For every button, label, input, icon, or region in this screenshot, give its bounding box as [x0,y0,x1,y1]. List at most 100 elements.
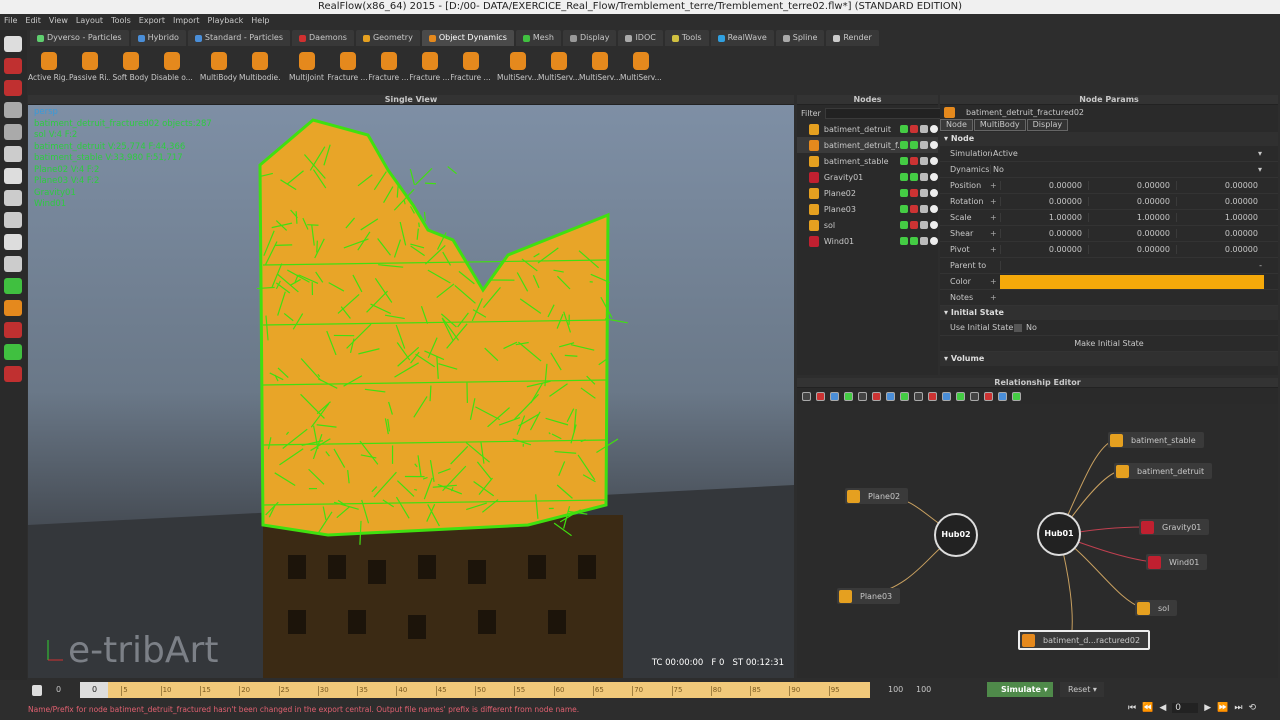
value-field[interactable]: 0.00000 [1088,181,1176,190]
tool-icon-7[interactable] [4,190,22,206]
export-icon[interactable] [910,205,918,213]
relationship-tool-icon[interactable] [970,392,979,401]
menu-import[interactable]: Import [173,14,200,28]
tool-icon-8[interactable] [4,212,22,228]
color-swatch[interactable] [1000,274,1264,289]
visibility-icon[interactable] [920,125,928,133]
tool-button-5[interactable]: Multibodie... [239,48,280,92]
use-initial-checkbox[interactable] [1014,323,1022,332]
tab-realwave[interactable]: RealWave [710,30,774,46]
tool-button-7[interactable]: Fracture ... [327,48,368,92]
value-field[interactable]: 0.00000 [1088,229,1176,238]
edit-icon[interactable] [900,237,908,245]
tool-icon-11[interactable] [4,278,22,294]
params-tab-node[interactable]: Node [940,119,973,131]
tool-button-3[interactable]: Disable o... [151,48,192,92]
relationship-tool-icon[interactable] [802,392,811,401]
relationship-tool-icon[interactable] [858,392,867,401]
shading-icon[interactable] [930,157,938,165]
menu-layout[interactable]: Layout [76,14,103,28]
value-field[interactable]: 0.00000 [1088,245,1176,254]
rel-node-sol[interactable]: sol [1135,600,1178,616]
tool-button-9[interactable]: Fracture ... [409,48,450,92]
export-icon[interactable] [910,189,918,197]
tab-idoc[interactable]: IDOC [618,30,663,46]
reset-button[interactable]: Reset ▾ [1060,682,1104,697]
params-tab-multibody[interactable]: MultiBody [973,119,1026,131]
hub02-node[interactable]: Hub02 [934,513,978,557]
simulate-button[interactable]: Simulate ▾ [987,682,1053,697]
menu-file[interactable]: File [4,14,17,28]
tool-button-14[interactable]: MultiServ... [620,48,661,92]
edit-icon[interactable] [900,157,908,165]
tool-icon-0[interactable] [4,36,22,52]
plus-icon[interactable]: + [990,229,1000,238]
shading-icon[interactable] [930,173,938,181]
section-initial-state[interactable]: ▾ Initial State [940,306,1278,320]
rel-node-plane03[interactable]: Plane03 [837,588,901,604]
node-item[interactable]: Plane03 [797,201,938,217]
menu-playback[interactable]: Playback [208,14,244,28]
tool-button-10[interactable]: Fracture ... [450,48,491,92]
start-frame[interactable]: 0 [56,685,61,694]
visibility-icon[interactable] [920,173,928,181]
node-item[interactable]: Gravity01 [797,169,938,185]
relationship-tool-icon[interactable] [844,392,853,401]
tab-daemons[interactable]: Daemons [292,30,354,46]
value-field[interactable]: 0.00000 [1176,197,1264,206]
value-field[interactable]: 1.00000 [1176,213,1264,222]
end-frame[interactable]: 100 [888,685,903,694]
tab-spline[interactable]: Spline [775,30,825,46]
tool-icon-1[interactable] [4,58,22,74]
rel-node-gravity[interactable]: Gravity01 [1139,519,1210,535]
simulation-dropdown[interactable]: Active [990,149,1258,158]
rel-node-plane02[interactable]: Plane02 [845,488,909,504]
relationship-tool-icon[interactable] [914,392,923,401]
parent-field[interactable]: - [1000,261,1278,270]
node-item[interactable]: batiment_detruit_f... [797,137,938,153]
shading-icon[interactable] [930,237,938,245]
tab-dyverso-particles[interactable]: Dyverso - Particles [30,30,129,46]
value-field[interactable]: 0.00000 [1176,229,1264,238]
tool-icon-15[interactable] [4,366,22,382]
tool-button-6[interactable]: MultiJoint [286,48,327,92]
rel-node-wind[interactable]: Wind01 [1146,554,1208,570]
shading-icon[interactable] [930,205,938,213]
menu-view[interactable]: View [49,14,68,28]
edit-icon[interactable] [900,221,908,229]
tool-button-2[interactable]: Soft Body [110,48,151,92]
tool-button-0[interactable]: Active Rig... [28,48,69,92]
export-icon[interactable] [910,173,918,181]
tool-icon-14[interactable] [4,344,22,360]
relationship-tool-icon[interactable] [956,392,965,401]
export-icon[interactable] [910,237,918,245]
tool-icon-3[interactable] [4,102,22,118]
visibility-icon[interactable] [920,189,928,197]
shading-icon[interactable] [930,221,938,229]
value-field[interactable]: 0.00000 [1176,245,1264,254]
tool-icon-10[interactable] [4,256,22,272]
tab-hybrido[interactable]: Hybrido [130,30,186,46]
relationship-tool-icon[interactable] [830,392,839,401]
last-frame-icon[interactable]: ⏭ [1234,703,1242,713]
node-item[interactable]: batiment_detruit [797,121,938,137]
tab-object-dynamics[interactable]: Object Dynamics [421,30,514,46]
relationship-tool-icon[interactable] [984,392,993,401]
rel-node-batiment-detruit[interactable]: batiment_detruit [1114,463,1213,479]
tool-button-11[interactable]: MultiServ... [497,48,538,92]
menu-help[interactable]: Help [251,14,269,28]
section-volume[interactable]: ▾ Volume [940,352,1278,366]
node-item[interactable]: Wind01 [797,233,938,249]
end-frame-2[interactable]: 100 [916,685,931,694]
export-icon[interactable] [910,221,918,229]
make-initial-button[interactable]: Make Initial State [940,339,1278,348]
value-field[interactable]: 1.00000 [1000,213,1088,222]
export-icon[interactable] [910,141,918,149]
relationship-tool-icon[interactable] [886,392,895,401]
tool-button-13[interactable]: MultiServ... [579,48,620,92]
tab-render[interactable]: Render [826,30,879,46]
play-icon[interactable]: ▶ [1204,703,1211,713]
lock-icon[interactable] [32,685,42,696]
export-icon[interactable] [910,125,918,133]
tool-icon-2[interactable] [4,80,22,96]
